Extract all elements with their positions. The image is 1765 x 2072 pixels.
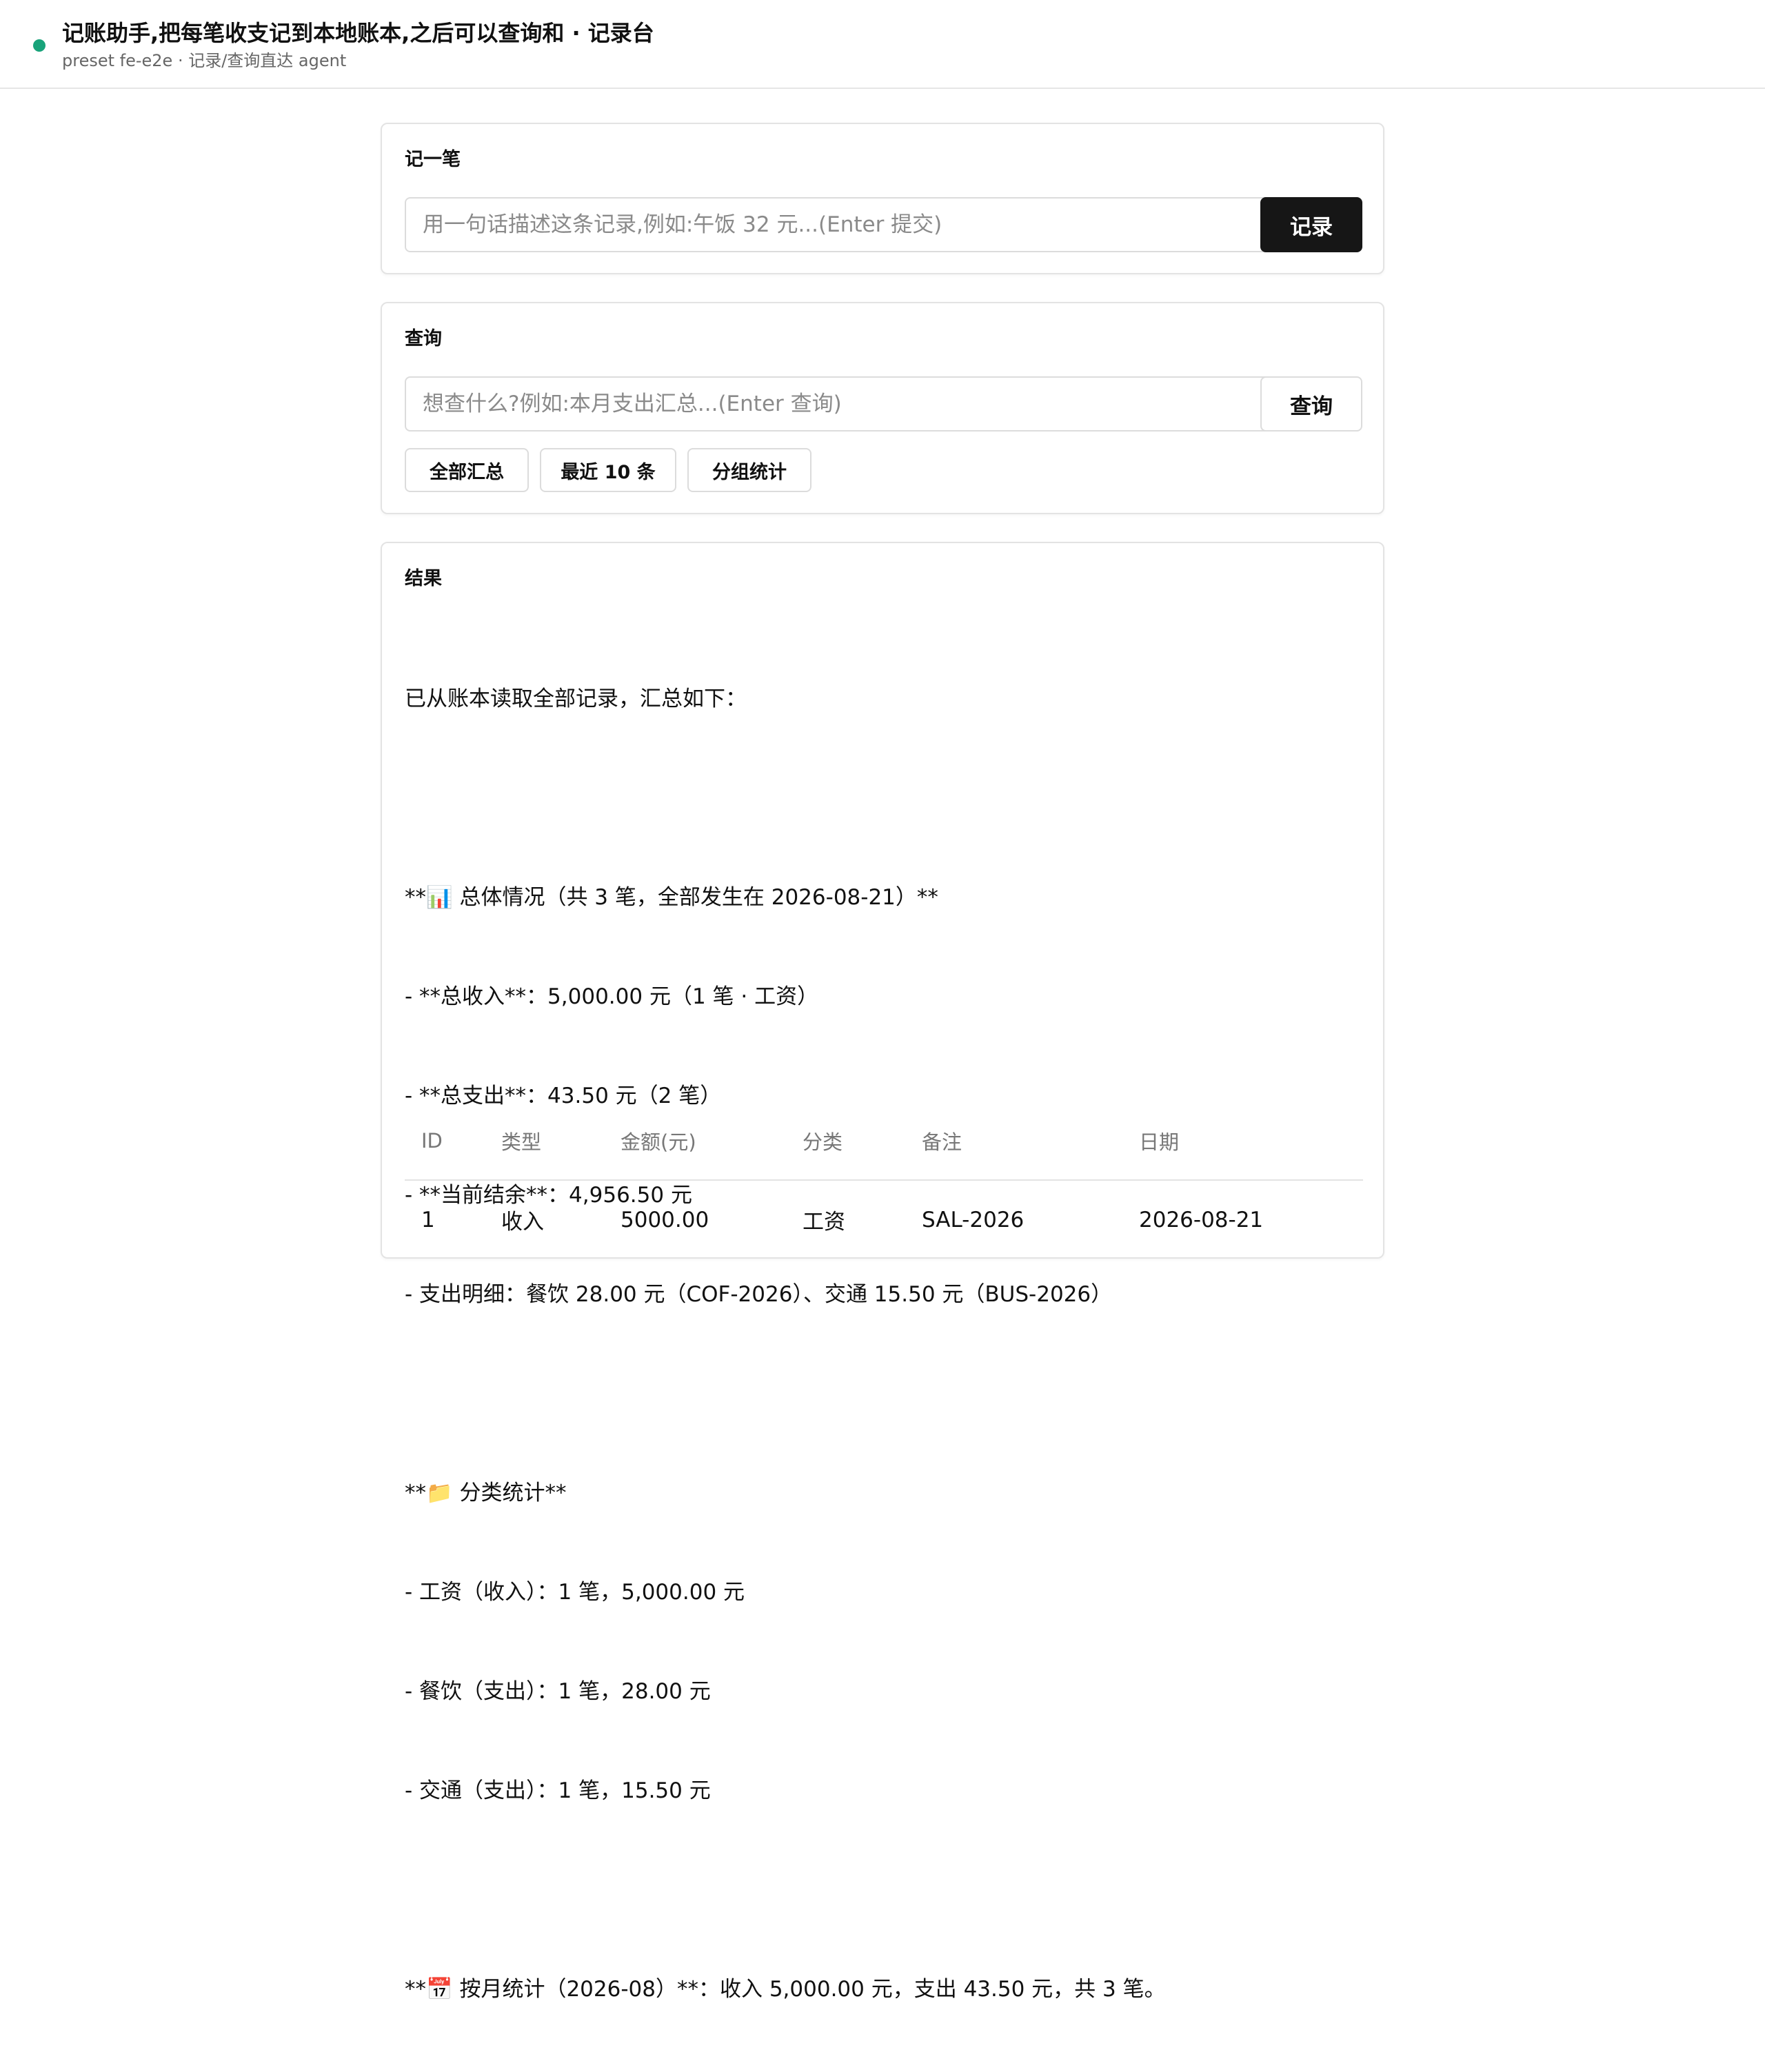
result-table: ID 类型 金额(元) 分类 备注 日期 1 收入 5000.00 工资 SAL… xyxy=(405,1101,1363,1259)
result-line: **📅 按月统计（2026-08）**：收入 5,000.00 元，支出 43.… xyxy=(405,1977,1166,2002)
cell-date: 2026-08-21 xyxy=(1139,1207,1264,1232)
result-line xyxy=(405,782,1363,815)
cell-category: 工资 xyxy=(803,1210,845,1235)
result-line: - 餐饮（支出）：1 笔，28.00 元 xyxy=(405,1679,711,1704)
column-header-note: 备注 xyxy=(905,1101,1122,1181)
cell-type: 收入 xyxy=(501,1210,544,1235)
quick-recent-button[interactable]: 最近 10 条 xyxy=(540,448,676,492)
app-header: 记账助手,把每笔收支记到本地账本,之后可以查询和 · 记录台 preset fe… xyxy=(0,0,1765,89)
app-title: 记账助手,把每笔收支记到本地账本,之后可以查询和 · 记录台 xyxy=(62,20,654,46)
column-header-date: 日期 xyxy=(1122,1101,1363,1181)
column-header-type: 类型 xyxy=(485,1101,604,1181)
column-header-amount: 金额(元) xyxy=(604,1101,786,1181)
table-row: 1 收入 5000.00 工资 SAL-2026 2026-08-21 xyxy=(405,1180,1363,1259)
result-line: 已从账本读取全部记录，汇总如下： xyxy=(405,687,747,711)
record-button[interactable]: 记录 xyxy=(1260,197,1362,252)
result-card-title: 结果 xyxy=(405,568,442,589)
app-subtitle: preset fe-e2e · 记录/查询直达 agent xyxy=(62,51,347,70)
quick-group-button[interactable]: 分组统计 xyxy=(687,448,811,492)
result-line: **📁 分类统计** xyxy=(405,1481,567,1505)
column-header-id: ID xyxy=(405,1101,485,1181)
column-header-category: 分类 xyxy=(786,1101,905,1181)
result-line: - 交通（支出）：1 笔，15.50 元 xyxy=(405,1778,711,1803)
query-card: 查询 查询 全部汇总 最近 10 条 分组统计 xyxy=(381,302,1384,514)
result-text: 已从账本读取全部记录，汇总如下： **📊 总体情况（共 3 笔，全部发生在 20… xyxy=(405,616,1363,2072)
result-line xyxy=(405,1873,1363,1907)
quick-summary-button[interactable]: 全部汇总 xyxy=(405,448,529,492)
query-button[interactable]: 查询 xyxy=(1260,376,1362,431)
result-card: 结果 已从账本读取全部记录，汇总如下： **📊 总体情况（共 3 笔，全部发生在… xyxy=(381,542,1384,2002)
result-line: - **总收入**：5,000.00 元（1 笔 · 工资） xyxy=(405,984,819,1009)
result-line: **📊 总体情况（共 3 笔，全部发生在 2026-08-21）** xyxy=(405,885,938,910)
result-line: - 支出明细：餐饮 28.00 元（COF-2026）、交通 15.50 元（B… xyxy=(405,1282,1113,1307)
record-card: 记一笔 记录 xyxy=(381,123,1384,274)
cell-id: 1 xyxy=(421,1207,435,1232)
record-input[interactable] xyxy=(405,197,1286,252)
cell-amount: 5000.00 xyxy=(621,1207,709,1232)
result-line: - 工资（收入）：1 笔，5,000.00 元 xyxy=(405,1580,745,1605)
query-card-title: 查询 xyxy=(405,328,442,349)
table-header-row: ID 类型 金额(元) 分类 备注 日期 xyxy=(405,1101,1363,1181)
query-input[interactable] xyxy=(405,376,1286,431)
status-dot-icon xyxy=(33,39,46,52)
result-line xyxy=(405,1377,1363,1410)
cell-note: SAL-2026 xyxy=(922,1207,1025,1232)
record-card-title: 记一笔 xyxy=(405,149,461,170)
